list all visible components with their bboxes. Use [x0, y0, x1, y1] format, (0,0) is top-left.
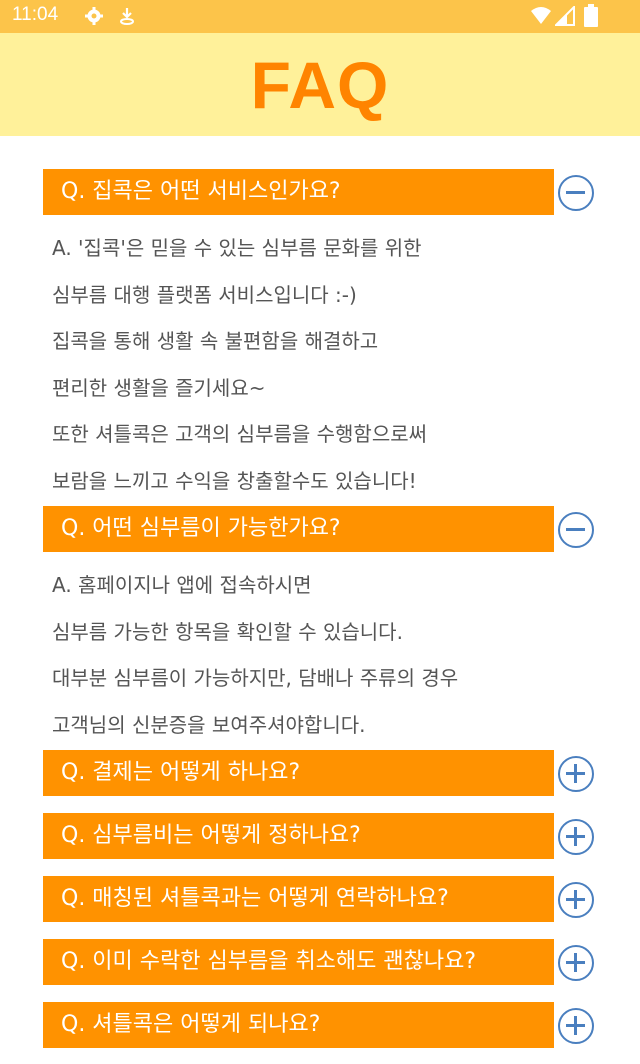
battery-icon [584, 4, 598, 27]
wifi-icon [531, 7, 551, 24]
faq-item[interactable]: Q. 심부름비는 어떻게 정하나요? [0, 813, 640, 861]
faq-item[interactable]: Q. 집콕은 어떤 서비스인가요? [0, 169, 640, 217]
expand-icon[interactable] [558, 819, 594, 855]
answer-line: 심부름 가능한 항목을 확인할 수 있습니다. [52, 619, 403, 644]
expand-icon[interactable] [558, 945, 594, 981]
gear-icon [85, 7, 103, 25]
answer-line: A. '집콕'은 믿을 수 있는 심부름 문화를 위한 [52, 236, 422, 260]
collapse-icon[interactable] [558, 175, 594, 211]
faq-item[interactable]: Q. 매칭된 셔틀콕과는 어떻게 연락하나요? [0, 876, 640, 924]
faq-item[interactable]: Q. 결제는 어떻게 하나요? [0, 750, 640, 798]
status-time: 11:04 [12, 4, 59, 25]
faq-question[interactable]: Q. 매칭된 셔틀콕과는 어떻게 연락하나요? [43, 876, 554, 922]
expand-icon[interactable] [558, 1008, 594, 1044]
faq-question[interactable]: Q. 어떤 심부름이 가능한가요? [43, 506, 554, 552]
answer-line: 또한 셔틀콕은 고객의 심부름을 수행함으로써 [52, 422, 428, 446]
download-icon [120, 8, 134, 25]
faq-item[interactable]: Q. 어떤 심부름이 가능한가요? [0, 506, 640, 554]
collapse-icon[interactable] [558, 512, 594, 548]
signal-icon [555, 6, 575, 26]
answer-line: A. 홈페이지나 앱에 접속하시면 [52, 573, 312, 597]
answer-line: 대부분 심부름이 가능하지만, 담배나 주류의 경우 [52, 666, 459, 690]
faq-question[interactable]: Q. 집콕은 어떤 서비스인가요? [43, 169, 554, 215]
expand-icon[interactable] [558, 756, 594, 792]
faq-question[interactable]: Q. 심부름비는 어떻게 정하나요? [43, 813, 554, 859]
answer-line: 심부름 대행 플랫폼 서비스입니다 :-) [52, 282, 357, 307]
answer-line: 고객님의 신분증을 보여주셔야합니다. [52, 712, 366, 737]
faq-question[interactable]: Q. 결제는 어떻게 하나요? [43, 750, 554, 796]
faq-question[interactable]: Q. 셔틀콕은 어떻게 되나요? [43, 1002, 554, 1048]
answer-line: 보람을 느끼고 수익을 창출할수도 있습니다! [52, 468, 417, 493]
faq-item[interactable]: Q. 셔틀콕은 어떻게 되나요? [0, 1002, 640, 1050]
header: FAQ [0, 33, 640, 136]
faq-question[interactable]: Q. 이미 수락한 심부름을 취소해도 괜찮나요? [43, 939, 554, 985]
answer-line: 편리한 생활을 즐기세요~ [52, 375, 266, 400]
page-title: FAQ [250, 47, 390, 122]
expand-icon[interactable] [558, 882, 594, 918]
answer-line: 집콕을 통해 생활 속 불편함을 해결하고 [52, 329, 379, 353]
faq-item[interactable]: Q. 이미 수락한 심부름을 취소해도 괜찮나요? [0, 939, 640, 987]
faq-list[interactable]: Q. 집콕은 어떤 서비스인가요? A. '집콕'은 믿을 수 있는 심부름 문화… [0, 136, 640, 1064]
status-bar: 11:04 [0, 0, 640, 33]
